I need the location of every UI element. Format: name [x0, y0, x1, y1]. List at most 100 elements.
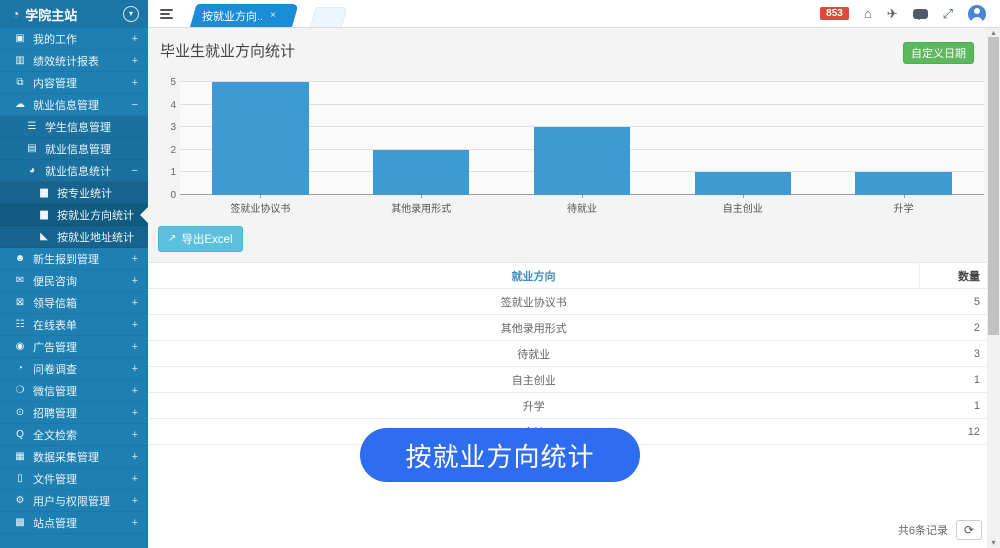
sidebar-item[interactable]: ◔问卷调查+ [0, 358, 148, 380]
chart-x-labels: 签就业协议书其他录用形式待就业自主创业升学 [180, 195, 984, 215]
export-label: 导出Excel [181, 231, 232, 247]
bar-chart-icon: ▆ [36, 210, 52, 220]
sidebar-item[interactable]: ✉ 便民咨询 + [0, 270, 148, 292]
scroll-down-icon[interactable]: ▾ [987, 538, 1000, 547]
chevron-down-circle-icon[interactable]: ▾ [123, 6, 139, 22]
sidebar-item[interactable]: ◉广告管理+ [0, 336, 148, 358]
results-table: 就业方向 数量 签就业协议书5其他录用形式2待就业3自主创业1升学1合计12 [148, 263, 1000, 445]
sidebar-item-label: 领导信箱 [33, 295, 128, 311]
expand-toggle-icon: + [132, 385, 138, 397]
sidebar-item[interactable]: ☷在线表单+ [0, 314, 148, 336]
sidebar-item[interactable]: ⚙用户与权限管理+ [0, 490, 148, 512]
user-avatar[interactable] [968, 5, 986, 23]
file-icon: ▯ [12, 474, 28, 484]
export-excel-button[interactable]: ↗ 导出Excel [158, 226, 243, 252]
sidebar-item[interactable]: ⊠领导信箱+ [0, 292, 148, 314]
sidebar-item[interactable]: ▣ 我的工作 + [0, 28, 148, 50]
chart-bar [695, 172, 791, 195]
sidebar-menu: ▣ 我的工作 + ▥绩效统计报表+⧉内容管理+☁就业信息管理−☰学生信息管理▤就业信息… [0, 28, 148, 534]
sidebar-item[interactable]: ▯文件管理+ [0, 468, 148, 490]
laptop-icon: ▣ [12, 34, 28, 44]
x-tick-label: 自主创业 [662, 195, 823, 215]
sidebar-item[interactable]: ▤就业信息管理 [0, 138, 148, 160]
y-tick-label: 4 [158, 101, 176, 111]
x-tick-label: 待就业 [502, 195, 663, 215]
expand-toggle-icon: + [132, 495, 138, 507]
y-tick-label: 0 [158, 191, 176, 201]
expand-toggle-icon: + [132, 77, 138, 89]
sidebar-item[interactable]: ⊙招聘管理+ [0, 402, 148, 424]
search-icon: Q [12, 430, 28, 440]
sidebar-item[interactable]: ☻新生报到管理+ [0, 248, 148, 270]
sidebar-item[interactable]: ▦数据采集管理+ [0, 446, 148, 468]
sidebar-item[interactable]: ⧉内容管理+ [0, 72, 148, 94]
sidebar-item[interactable]: ▆按就业方向统计 [0, 204, 148, 226]
home-icon[interactable]: ⌂ [864, 7, 872, 20]
refresh-button[interactable]: ⟳ [956, 520, 982, 540]
sidebar-item[interactable]: ❍微信管理+ [0, 380, 148, 402]
sidebar-item-label: 我的工作 [33, 31, 128, 47]
site-icon: ▩ [12, 518, 28, 528]
menu-icon [160, 9, 173, 19]
chart-bar-column [341, 82, 502, 195]
x-tick-label: 升学 [823, 195, 984, 215]
sidebar-item[interactable]: ☰学生信息管理 [0, 116, 148, 138]
scrollbar-thumb[interactable] [988, 37, 999, 335]
files-icon: ⧉ [12, 78, 28, 88]
x-tick-label: 其他录用形式 [341, 195, 502, 215]
tab-close-icon[interactable]: × [270, 11, 276, 21]
tab-ghost [310, 7, 348, 27]
sidebar-item-label: 微信管理 [33, 383, 128, 399]
topbar: 按就业方向.. × 853 ⌂ ✈ ⤢ [148, 0, 1000, 28]
expand-icon[interactable]: ⤢ [943, 7, 953, 20]
sidebar-item[interactable]: ◣按就业地址统计 [0, 226, 148, 248]
sidebar-item-label: 便民咨询 [33, 273, 128, 289]
expand-toggle-icon: + [132, 275, 138, 287]
column-header-direction: 就业方向 [148, 263, 920, 289]
expand-toggle-icon: + [132, 253, 138, 265]
sidebar-item[interactable]: ☁就业信息管理− [0, 94, 148, 116]
area-chart-icon: ◣ [36, 232, 52, 242]
clock-icon: ◔ [12, 8, 19, 20]
sidebar-submenu: ▆按专业统计▆按就业方向统计◣按就业地址统计 [0, 182, 148, 248]
table-header-row: 就业方向 数量 [148, 263, 1000, 289]
action-overlay-button[interactable]: 按就业方向统计 [360, 428, 640, 482]
x-tick-label: 签就业协议书 [180, 195, 341, 215]
export-icon: ↗ [168, 234, 176, 244]
sidebar-item-label: 广告管理 [33, 339, 128, 355]
bar-chart: 签就业协议书其他录用形式待就业自主创业升学 012345 [158, 78, 984, 218]
sidebar-toggle-button[interactable] [148, 0, 184, 27]
cell-direction: 升学 [148, 393, 920, 419]
sidebar-item[interactable]: ▩ 站点管理 + [0, 512, 148, 534]
scrollbar[interactable]: ▴ ▾ [987, 28, 1000, 548]
sidebar-item[interactable]: ▆按专业统计 [0, 182, 148, 204]
paper-plane-icon[interactable]: ✈ [887, 7, 898, 20]
sidebar-brand[interactable]: ◔ 学院主站 ▾ [0, 0, 148, 28]
comment-icon: ◉ [12, 342, 28, 352]
sidebar: ◔ 学院主站 ▾ ▣ 我的工作 + ▥绩效统计报表+⧉内容管理+☁就业信息管理−☰学生… [0, 0, 148, 548]
comments-icon[interactable] [913, 9, 928, 19]
sidebar-item-label: 站点管理 [33, 515, 128, 531]
scroll-up-icon[interactable]: ▴ [987, 28, 1000, 37]
expand-toggle-icon: + [132, 517, 138, 529]
table-footer: 共6条记录 ⟳ [898, 520, 982, 540]
envelope-icon: ✉ [12, 276, 28, 286]
chart-bar-column [180, 82, 341, 195]
custom-date-button[interactable]: 自定义日期 [903, 42, 974, 64]
cell-direction: 待就业 [148, 341, 920, 367]
expand-toggle-icon: + [132, 363, 138, 375]
expand-toggle-icon: + [132, 429, 138, 441]
chart-bar [212, 82, 308, 195]
sidebar-item[interactable]: ◕就业信息统计− [0, 160, 148, 182]
chart-bar [855, 172, 951, 195]
sidebar-submenu: ☰学生信息管理▤就业信息管理◕就业信息统计−▆按专业统计▆按就业方向统计◣按就业… [0, 116, 148, 248]
expand-toggle-icon: + [132, 407, 138, 419]
tab-active[interactable]: 按就业方向.. × [190, 4, 292, 27]
notification-badge[interactable]: 853 [820, 7, 849, 20]
sidebar-item[interactable]: ▥绩效统计报表+ [0, 50, 148, 72]
sidebar-item[interactable]: Q全文检索+ [0, 424, 148, 446]
chart-bar [373, 150, 469, 195]
expand-toggle-icon: + [132, 33, 138, 45]
table-row: 待就业3 [148, 341, 1000, 367]
record-count: 共6条记录 [898, 522, 948, 538]
